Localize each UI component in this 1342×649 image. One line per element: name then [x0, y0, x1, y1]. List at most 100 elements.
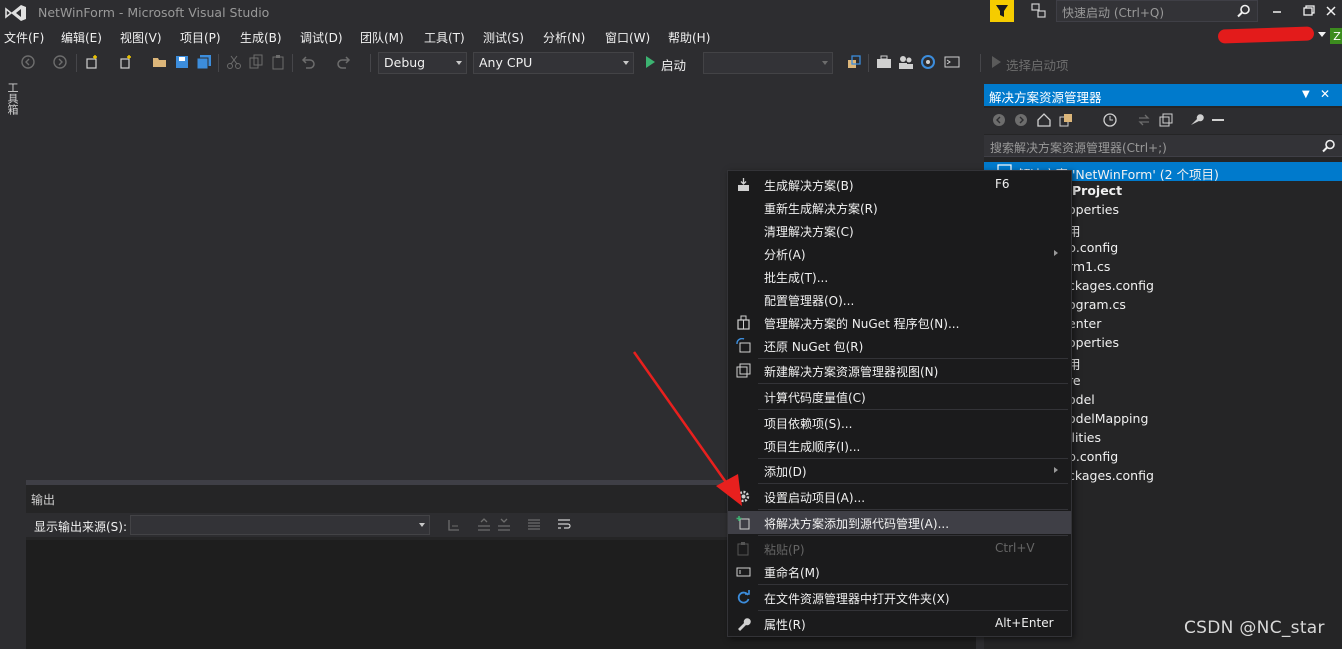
open-file-icon[interactable] [152, 54, 168, 70]
cut-icon[interactable] [226, 54, 242, 70]
search-placeholder: 搜索解决方案资源管理器(Ctrl+;) [990, 141, 1167, 155]
team-explorer-icon[interactable] [898, 54, 914, 70]
add-item-icon[interactable] [118, 54, 134, 70]
menu-item-new-explorer-view[interactable]: 新建解决方案资源管理器视图(N) [728, 359, 1071, 382]
tree-item[interactable]: ogram.cs [1068, 297, 1126, 316]
tree-item[interactable]: rm1.cs [1068, 259, 1110, 278]
menu-test[interactable]: 测试(S) [483, 29, 524, 46]
attach-icon[interactable] [846, 54, 862, 70]
quick-launch-input[interactable]: 快速启动 (Ctrl+Q) [1056, 0, 1258, 22]
browser-icon[interactable] [920, 54, 936, 70]
preview-selected-icon[interactable] [1210, 112, 1226, 128]
word-wrap-icon[interactable] [556, 517, 572, 533]
command-window-icon[interactable] [944, 54, 960, 70]
tree-item[interactable]: odelMapping [1068, 411, 1148, 430]
solution-configuration-dropdown[interactable]: Debug [378, 52, 467, 74]
account-name-redacted[interactable] [1217, 26, 1315, 44]
menu-item-batch-build[interactable]: 批生成(T)... [728, 265, 1071, 288]
menu-window[interactable]: 窗口(W) [605, 29, 650, 46]
menu-item-project-build-order[interactable]: 项目生成顺序(I)... [728, 434, 1071, 457]
minimize-icon[interactable] [1268, 2, 1286, 20]
tree-item[interactable]: ckages.config [1068, 278, 1154, 297]
forward-icon[interactable] [1014, 113, 1028, 127]
paste-icon[interactable] [270, 54, 286, 70]
back-icon[interactable] [20, 54, 36, 70]
menu-item-rename[interactable]: 重命名(M) [728, 560, 1071, 583]
toolbox-icon[interactable] [876, 54, 892, 70]
menu-build[interactable]: 生成(B) [240, 29, 282, 46]
menu-item-add-to-source-control[interactable]: 将解决方案添加到源代码管理(A)... [728, 511, 1071, 534]
clear-all-icon[interactable] [526, 517, 542, 533]
forward-icon[interactable] [52, 54, 68, 70]
menu-item-analyze[interactable]: 分析(A) [728, 242, 1071, 265]
menu-item-configuration-manager[interactable]: 配置管理器(O)... [728, 288, 1071, 311]
menu-tools[interactable]: 工具(T) [424, 29, 465, 46]
tree-item[interactable]: operties [1068, 335, 1119, 354]
tree-item[interactable]: operties [1068, 202, 1119, 221]
home-icon[interactable] [1036, 112, 1052, 128]
collapse-all-icon[interactable] [1158, 112, 1174, 128]
toolbox-side-tab[interactable]: 工具箱 [2, 82, 20, 122]
menu-edit[interactable]: 编辑(E) [61, 29, 102, 46]
save-icon[interactable] [174, 54, 190, 70]
menu-help[interactable]: 帮助(H) [668, 29, 710, 46]
menu-item-code-metrics[interactable]: 计算代码度量值(C) [728, 385, 1071, 408]
solution-explorer-search-input[interactable]: 搜索解决方案资源管理器(Ctrl+;) [984, 135, 1342, 157]
find-message-icon[interactable] [446, 517, 462, 533]
feedback-icon[interactable] [1030, 2, 1048, 20]
restore-icon[interactable] [1300, 2, 1318, 20]
menu-item-paste[interactable]: 粘贴(P) Ctrl+V [728, 537, 1071, 560]
start-play-icon[interactable] [642, 54, 658, 70]
pin-icon[interactable]: ▼ [1302, 89, 1310, 100]
tree-item[interactable]: ckages.config [1068, 468, 1154, 487]
account-avatar[interactable]: Z [1330, 28, 1342, 44]
menu-item-properties[interactable]: 属性(R) Alt+Enter [728, 612, 1071, 635]
menu-item-clean-solution[interactable]: 清理解决方案(C) [728, 219, 1071, 242]
menu-debug[interactable]: 调试(D) [300, 29, 343, 46]
menu-item-add[interactable]: 添加(D) [728, 459, 1071, 482]
menu-project[interactable]: 项目(P) [180, 29, 221, 46]
copy-icon[interactable] [248, 54, 264, 70]
tree-item[interactable]: Project [1072, 183, 1122, 202]
tree-item[interactable]: p.config [1068, 240, 1118, 259]
new-project-icon[interactable] [84, 54, 100, 70]
select-startup-item-label[interactable]: 选择启动项 [1006, 55, 1069, 74]
menu-item-build-solution[interactable]: 生成解决方案(B) F6 [728, 173, 1071, 196]
start-button-label[interactable]: 启动 [661, 55, 686, 74]
tree-item[interactable]: ilities [1068, 430, 1101, 449]
redo-icon[interactable] [336, 54, 352, 70]
save-all-icon[interactable] [196, 54, 212, 70]
menu-view[interactable]: 视图(V) [120, 29, 162, 46]
output-source-dropdown[interactable] [130, 515, 430, 535]
menu-team[interactable]: 团队(M) [360, 29, 404, 46]
run-startup-icon[interactable] [988, 54, 1004, 70]
menu-item-manage-nuget[interactable]: 管理解决方案的 NuGet 程序包(N)... [728, 311, 1071, 334]
menu-item-set-startup-projects[interactable]: 设置启动项目(A)... [728, 485, 1071, 508]
notification-flag-icon[interactable] [990, 0, 1014, 22]
menu-item-rebuild-solution[interactable]: 重新生成解决方案(R) [728, 196, 1071, 219]
tree-item[interactable]: enter [1068, 316, 1101, 335]
next-message-icon[interactable] [496, 517, 512, 533]
startup-target-dropdown[interactable] [703, 52, 833, 74]
tree-item[interactable]: p.config [1068, 449, 1118, 468]
close-icon[interactable] [1322, 2, 1340, 20]
properties-wrench-icon[interactable] [1188, 112, 1204, 128]
sync-icon[interactable] [1136, 112, 1152, 128]
back-icon[interactable] [992, 113, 1006, 127]
menu-item-open-in-explorer[interactable]: 在文件资源管理器中打开文件夹(X) [728, 586, 1071, 609]
watermark-text: CSDN @NC_star [1184, 618, 1325, 638]
previous-message-icon[interactable] [476, 517, 492, 533]
pending-changes-icon[interactable] [1102, 112, 1118, 128]
menu-item-restore-nuget[interactable]: 还原 NuGet 包(R) [728, 334, 1071, 357]
tree-item[interactable]: odel [1068, 392, 1095, 411]
menu-separator [758, 509, 1068, 510]
menu-file[interactable]: 文件(F) [4, 29, 44, 46]
chevron-down-icon[interactable] [1318, 32, 1326, 38]
menu-analyze[interactable]: 分析(N) [543, 29, 585, 46]
toolbar-separator [76, 54, 77, 72]
solution-platform-dropdown[interactable]: Any CPU [473, 52, 634, 74]
close-icon[interactable]: ✕ [1320, 87, 1330, 101]
undo-icon[interactable] [300, 54, 316, 70]
menu-item-project-dependencies[interactable]: 项目依赖项(S)... [728, 411, 1071, 434]
switch-views-icon[interactable] [1058, 112, 1074, 128]
